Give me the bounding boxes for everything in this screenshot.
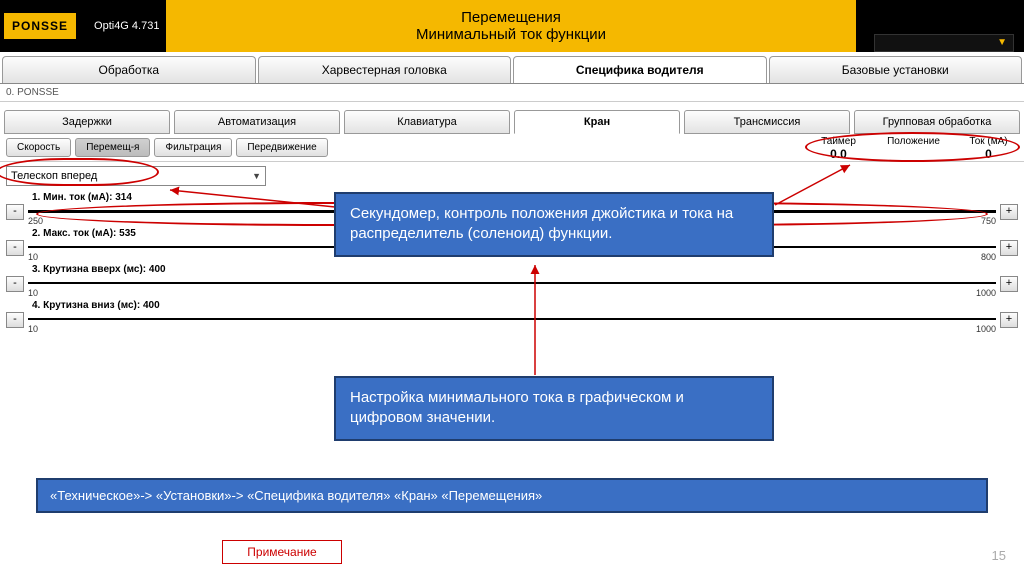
param-slope-down: 4. Крутизна вниз (мс): 400 - 10 1000 + bbox=[6, 300, 1018, 328]
tab-processing[interactable]: Обработка bbox=[2, 56, 256, 83]
main-tabs: Обработка Харвестерная головка Специфика… bbox=[0, 56, 1024, 84]
breadcrumb: 0. PONSSE bbox=[0, 84, 1024, 102]
slider-track[interactable]: 10 1000 bbox=[28, 276, 996, 292]
tab-harvester-head[interactable]: Харвестерная головка bbox=[258, 56, 512, 83]
minus-button[interactable]: - bbox=[6, 276, 24, 292]
minus-button[interactable]: - bbox=[6, 240, 24, 256]
chevron-down-icon: ▼ bbox=[997, 37, 1007, 48]
version-label: Opti4G 4.731 bbox=[94, 20, 159, 32]
plus-button[interactable]: + bbox=[1000, 276, 1018, 292]
minus-button[interactable]: - bbox=[6, 204, 24, 220]
topbar: PONSSE Opti4G 4.731 Перемещения Минималь… bbox=[0, 0, 1024, 52]
mode-filtration[interactable]: Фильтрация bbox=[154, 138, 232, 157]
subtab-delays[interactable]: Задержки bbox=[4, 110, 170, 134]
readout-position: Положение bbox=[886, 136, 941, 161]
tab-driver-specific[interactable]: Специфика водителя bbox=[513, 56, 767, 83]
title-line2: Минимальный ток функции bbox=[166, 26, 856, 43]
note-label: Примечание bbox=[222, 540, 342, 564]
mode-driving[interactable]: Передвижение bbox=[236, 138, 327, 157]
top-right: ▼ bbox=[874, 0, 1014, 52]
plus-button[interactable]: + bbox=[1000, 204, 1018, 220]
slider-track[interactable]: 10 1000 bbox=[28, 312, 996, 328]
title-banner: Перемещения Минимальный ток функции bbox=[166, 0, 856, 52]
subtab-transmission[interactable]: Трансмиссия bbox=[684, 110, 850, 134]
mode-toolbar: Скорость Перемещ-я Фильтрация Передвижен… bbox=[0, 134, 1024, 162]
page-number: 15 bbox=[992, 548, 1006, 563]
dropdown-value: Телескоп вперед bbox=[11, 170, 97, 182]
mode-speed[interactable]: Скорость bbox=[6, 138, 71, 157]
function-dropdown[interactable]: Телескоп вперед ▼ bbox=[6, 166, 266, 186]
minus-button[interactable]: - bbox=[6, 312, 24, 328]
title-line1: Перемещения bbox=[166, 9, 856, 26]
subtab-automation[interactable]: Автоматизация bbox=[174, 110, 340, 134]
sub-tabs: Задержки Автоматизация Клавиатура Кран Т… bbox=[0, 110, 1024, 134]
chevron-down-icon: ▼ bbox=[252, 171, 261, 181]
subtab-crane[interactable]: Кран bbox=[514, 110, 680, 134]
readouts: Таймер 0.0 Положение Ток (мА) 0 bbox=[811, 136, 1016, 161]
plus-button[interactable]: + bbox=[1000, 312, 1018, 328]
logo: PONSSE bbox=[4, 13, 76, 39]
param-slope-up: 3. Крутизна вверх (мс): 400 - 10 1000 + bbox=[6, 264, 1018, 292]
navigation-path: «Техническое»-> «Установки»-> «Специфика… bbox=[36, 478, 988, 513]
readout-current: Ток (мА) 0 bbox=[961, 136, 1016, 161]
subtab-group-processing[interactable]: Групповая обработка bbox=[854, 110, 1020, 134]
system-tray[interactable]: ▼ bbox=[874, 34, 1014, 52]
subtab-keyboard[interactable]: Клавиатура bbox=[344, 110, 510, 134]
mode-movements[interactable]: Перемещ-я bbox=[75, 138, 150, 157]
plus-button[interactable]: + bbox=[1000, 240, 1018, 256]
callout-min-current: Настройка минимального тока в графическо… bbox=[334, 376, 774, 441]
readout-timer: Таймер 0.0 bbox=[811, 136, 866, 161]
tab-base-settings[interactable]: Базовые установки bbox=[769, 56, 1023, 83]
callout-readouts: Секундомер, контроль положения джойстика… bbox=[334, 192, 774, 257]
function-select-row: Телескоп вперед ▼ bbox=[0, 162, 1024, 190]
